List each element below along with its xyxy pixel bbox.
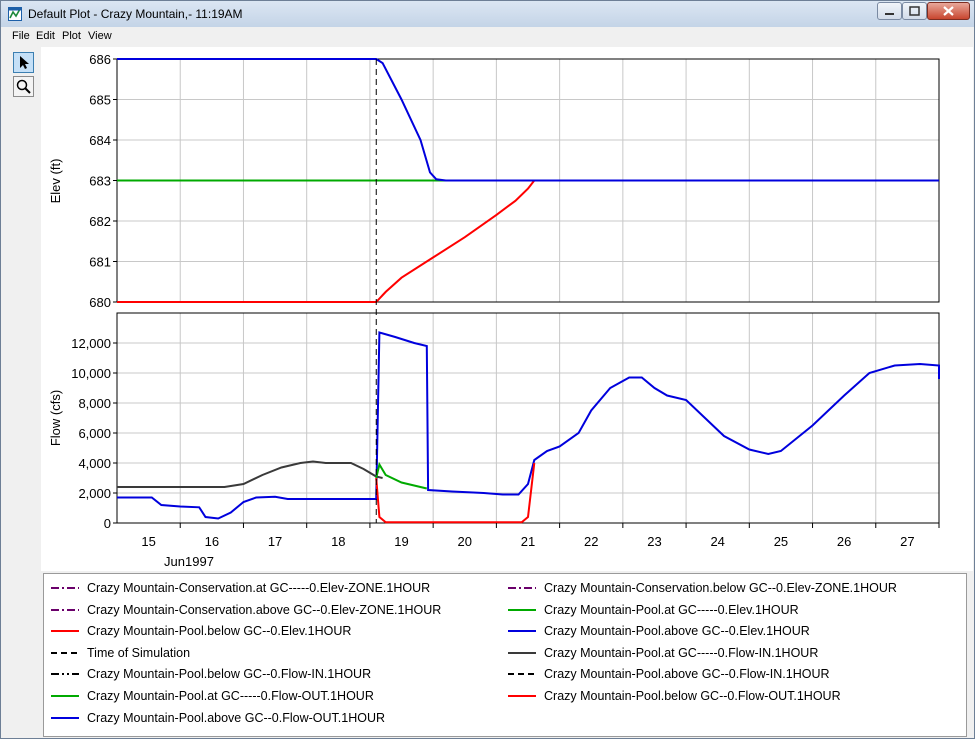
plots-svg: 680 681 682 683 684 685 686 Elev (ft) 0 2,000 4,… — [48, 52, 940, 569]
legend-swatch — [51, 651, 79, 654]
x-ticks: 15 16 17 18 19 20 21 22 23 24 25 26 27 — [141, 523, 940, 549]
flow-y-tick-label: 6,000 — [78, 426, 111, 441]
elev-y-axis-label: Elev (ft) — [48, 159, 63, 204]
legend-swatch — [51, 695, 79, 697]
flow-y-axis-label: Flow (cfs) — [48, 390, 63, 446]
x-tick-label: 17 — [268, 534, 282, 549]
x-tick-label: 21 — [521, 534, 535, 549]
close-icon — [943, 6, 954, 16]
legend-swatch — [508, 695, 536, 697]
legend-swatch — [51, 587, 79, 589]
x-tick-label: 20 — [458, 534, 472, 549]
elev-y-tick-label: 682 — [89, 214, 111, 229]
app-icon — [8, 7, 22, 21]
legend-label: Crazy Mountain-Pool.above GC--0.Flow-IN.… — [544, 667, 830, 682]
legend-swatch — [51, 630, 79, 633]
elev-series — [117, 58, 939, 303]
flow-y-tick-label: 4,000 — [78, 456, 111, 471]
x-tick-label: 15 — [141, 534, 155, 549]
window-title: Default Plot - Crazy Mountain,- 11:19AM — [28, 7, 243, 21]
x-tick-label: 26 — [837, 534, 851, 549]
plot-area[interactable]: 680 681 682 683 684 685 686 Elev (ft) 0 2,000 4,… — [41, 47, 973, 571]
x-tick-label: 27 — [900, 534, 914, 549]
menu-file[interactable]: File — [12, 30, 30, 42]
legend-swatch — [508, 587, 536, 589]
minimize-button[interactable] — [877, 2, 902, 20]
flow-y-tick-label: 12,000 — [71, 336, 111, 351]
legend-label: Crazy Mountain-Pool.at GC-----0.Flow-IN.… — [544, 645, 819, 660]
x-tick-label: 24 — [710, 534, 724, 549]
legend-swatch — [508, 673, 536, 676]
pointer-tool-button[interactable] — [13, 52, 34, 73]
elev-series-line-2 — [117, 179, 939, 303]
x-tick-label: 22 — [584, 534, 598, 549]
flow-y-tick-label: 0 — [104, 516, 111, 531]
elev-y-tick-label: 685 — [89, 93, 111, 108]
flow-grid — [117, 313, 939, 523]
legend-label: Time of Simulation — [87, 645, 191, 660]
legend[interactable]: Crazy Mountain-Conservation.at GC-----0.… — [43, 573, 967, 737]
menu-view[interactable]: View — [88, 30, 112, 42]
elev-y-ticks: 680 681 682 683 684 685 686 — [89, 52, 117, 310]
legend-label: Crazy Mountain-Pool.at GC-----0.Flow-OUT… — [87, 689, 374, 703]
flow-series-line-0 — [117, 460, 383, 488]
elev-y-tick-label: 683 — [89, 174, 111, 189]
zoom-magnifier-icon — [16, 79, 31, 94]
flow-series — [117, 331, 940, 524]
legend-swatch — [508, 651, 536, 654]
legend-label: Crazy Mountain-Pool.below GC--0.Flow-IN.… — [87, 667, 372, 682]
plot-window: Default Plot - Crazy Mountain,- 11:19AM … — [0, 0, 975, 739]
menu-edit[interactable]: Edit — [36, 30, 55, 42]
elev-y-tick-label: 686 — [89, 52, 111, 67]
legend-label: Crazy Mountain-Pool.below GC--0.Elev.1HO… — [87, 624, 352, 639]
legend-label: Crazy Mountain-Conservation.at GC-----0.… — [87, 581, 431, 595]
flow-y-ticks: 0 2,000 4,000 6,000 8,000 10,000 12,000 — [71, 336, 117, 531]
x-tick-label: 19 — [394, 534, 408, 549]
legend-swatch — [51, 673, 79, 676]
elev-series-line-3 — [117, 58, 939, 182]
close-button[interactable] — [927, 2, 970, 20]
legend-label: Crazy Mountain-Conservation.above GC--0.… — [87, 602, 442, 617]
menu-bar: File Edit Plot View — [1, 27, 974, 46]
menu-plot[interactable]: Plot — [62, 30, 81, 42]
maximize-icon — [909, 6, 920, 16]
maximize-button[interactable] — [902, 2, 927, 20]
legend-swatch — [51, 716, 79, 719]
elev-y-tick-label: 684 — [89, 133, 111, 148]
minimize-icon — [885, 13, 894, 15]
legend-swatch — [51, 608, 79, 611]
legend-label: Crazy Mountain-Pool.above GC--0.Elev.1HO… — [544, 624, 810, 639]
x-tick-label: 18 — [331, 534, 345, 549]
legend-swatch — [508, 630, 536, 633]
legend-label: Crazy Mountain-Pool.above GC--0.Flow-OUT… — [87, 710, 386, 725]
elev-y-tick-label: 681 — [89, 255, 111, 270]
zoom-tool-button[interactable] — [13, 76, 34, 97]
flow-series-line-1 — [117, 331, 940, 520]
x-tick-label: 23 — [647, 534, 661, 549]
flow-y-tick-label: 2,000 — [78, 486, 111, 501]
x-tick-label: 16 — [205, 534, 219, 549]
flow-y-tick-label: 10,000 — [71, 366, 111, 381]
x-tick-label: 25 — [774, 534, 788, 549]
legend-swatch — [508, 608, 536, 611]
flow-plot-frame — [116, 312, 940, 524]
legend-label: Crazy Mountain-Pool.below GC--0.Flow-OUT… — [544, 689, 841, 703]
legend-label: Crazy Mountain-Pool.at GC-----0.Elev.1HO… — [544, 602, 799, 617]
legend-label: Crazy Mountain-Conservation.below GC--0.… — [544, 581, 897, 595]
x-axis-sublabel: Jun1997 — [164, 554, 214, 569]
flow-series-line-2 — [375, 461, 428, 490]
flow-y-tick-label: 8,000 — [78, 396, 111, 411]
elev-y-tick-label: 680 — [89, 295, 111, 310]
title-bar[interactable]: Default Plot - Crazy Mountain,- 11:19AM — [1, 1, 974, 27]
pointer-arrow-icon — [20, 56, 29, 69]
